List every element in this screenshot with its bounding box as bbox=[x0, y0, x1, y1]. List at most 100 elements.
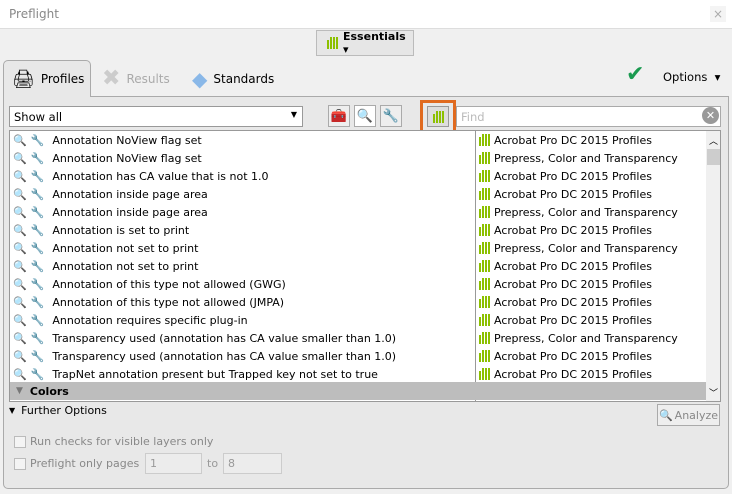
profile-name: Acrobat Pro DC 2015 Profiles bbox=[494, 187, 652, 201]
clear-search-icon[interactable]: ✕ bbox=[702, 107, 719, 124]
analyze-label: Analyze bbox=[674, 408, 719, 422]
profile-name: Prepress, Color and Transparency bbox=[494, 205, 678, 219]
profile-bars-icon bbox=[479, 350, 490, 362]
essentials-button[interactable]: Essentials ▾ bbox=[316, 30, 414, 56]
check-cell: 🔍 🔧 Annotation is set to print bbox=[10, 224, 475, 237]
profile-cell: Acrobat Pro DC 2015 Profiles bbox=[475, 275, 706, 293]
filter-dropdown[interactable]: Show all ▼ bbox=[9, 106, 303, 127]
table-row[interactable]: 🔍 🔧 Annotation of this type not allowed (G… bbox=[10, 275, 706, 293]
magnifier-icon: 🔍 bbox=[356, 108, 374, 124]
table-row[interactable]: 🔍 🔧 Annotation requires specific plug-in Ac… bbox=[10, 311, 706, 329]
profile-cell: Acrobat Pro DC 2015 Profiles bbox=[475, 131, 706, 149]
profile-bars-icon bbox=[432, 110, 444, 123]
table-row[interactable]: 🔍 🔧 Annotation not set to print Prepress, C… bbox=[10, 239, 706, 257]
profile-bars-icon bbox=[479, 278, 490, 290]
fixups-button[interactable]: 🔧 bbox=[380, 105, 402, 127]
check-cell: 🔍 🔧 Annotation has CA value that is not 1.… bbox=[10, 170, 475, 183]
wrench-icon: 🔧 bbox=[30, 169, 45, 183]
check-name: Annotation not set to print bbox=[52, 259, 199, 273]
filter-value: Show all bbox=[14, 110, 63, 124]
profile-bars-icon bbox=[479, 188, 490, 200]
magnifier-icon: 🔍 bbox=[13, 259, 27, 273]
profile-cell: Prepress, Color and Transparency bbox=[475, 203, 706, 221]
options-menu[interactable]: Options ▾ bbox=[663, 70, 720, 84]
check-name: Annotation not set to print bbox=[52, 241, 199, 255]
check-name: Transparency used (annotation has CA val… bbox=[52, 349, 397, 363]
page-from-input[interactable]: 1 bbox=[145, 453, 202, 474]
checkmark-icon[interactable]: ✔ bbox=[626, 62, 644, 87]
check-cell: 🔍 🔧 TrapNet annotation present but Trapped… bbox=[10, 368, 475, 381]
table-row[interactable]: 🔍 🔧 Annotation NoView flag set Prepress, Co… bbox=[10, 149, 706, 167]
profile-bars-icon bbox=[479, 332, 490, 344]
check-cell: 🔍 🔧 Annotation of this type not allowed (J… bbox=[10, 296, 475, 309]
profile-bars-icon bbox=[479, 170, 490, 182]
table-row[interactable]: 🔍 🔧 Annotation of this type not allowed (J… bbox=[10, 293, 706, 311]
checks-list[interactable]: 🔍 🔧 Annotation NoView flag set Acrobat Pro … bbox=[9, 130, 721, 402]
profile-bars-icon bbox=[479, 152, 490, 164]
tab-label: Profiles bbox=[40, 72, 85, 86]
to-label: to bbox=[207, 457, 219, 470]
magnifier-icon: 🔍 bbox=[13, 187, 27, 201]
profile-bars-icon bbox=[479, 206, 490, 218]
check-name: Annotation inside page area bbox=[52, 187, 208, 201]
table-row[interactable]: 🔍 🔧 TrapNet annotation present but Trapped… bbox=[10, 365, 706, 383]
find-input[interactable]: Find bbox=[456, 106, 721, 127]
close-button[interactable]: × bbox=[710, 6, 726, 22]
table-row[interactable]: 🔍 🔧 Annotation NoView flag set Acrobat Pro … bbox=[10, 131, 706, 149]
visible-layers-checkbox[interactable]: Run checks for visible layers only bbox=[14, 435, 213, 448]
magnifier-icon: 🔍 bbox=[13, 331, 27, 345]
check-cell: 🔍 🔧 Annotation inside page area bbox=[10, 206, 475, 219]
check-name: Annotation NoView flag set bbox=[52, 133, 202, 147]
fixup-toolbox-button[interactable]: 🧰 bbox=[328, 105, 350, 127]
wrench-icon: 🔧 bbox=[30, 349, 45, 363]
profile-name: Acrobat Pro DC 2015 Profiles bbox=[494, 259, 652, 273]
checks-button[interactable]: 🔍 bbox=[354, 105, 376, 127]
analyze-button[interactable]: 🔍 Analyze bbox=[657, 404, 720, 426]
printer-magnifier-icon: 🖨 bbox=[12, 68, 35, 90]
profile-bars-icon bbox=[479, 134, 490, 146]
scrollbar[interactable]: ︿ ﹀ bbox=[706, 131, 720, 401]
table-row[interactable]: 🔍 🔧 Transparency used (annotation has CA v… bbox=[10, 329, 706, 347]
tab-standards[interactable]: ◆ Standards bbox=[192, 60, 274, 97]
profile-name: Acrobat Pro DC 2015 Profiles bbox=[494, 313, 652, 327]
table-row[interactable]: 🔍 🔧 Annotation not set to print Acrobat Pro… bbox=[10, 257, 706, 275]
check-cell: 🔍 🔧 Annotation NoView flag set bbox=[10, 134, 475, 147]
check-name: Annotation has CA value that is not 1.0 bbox=[52, 169, 269, 183]
magnifier-icon: 🔍 bbox=[658, 408, 673, 422]
check-cell: 🔍 🔧 Annotation not set to print bbox=[10, 260, 475, 273]
scrollbar-thumb[interactable] bbox=[707, 149, 720, 165]
table-row[interactable]: 🔍 🔧 Annotation has CA value that is not 1.… bbox=[10, 167, 706, 185]
profile-name: Acrobat Pro DC 2015 Profiles bbox=[494, 223, 652, 237]
preflight-pages-checkbox[interactable]: Preflight only pages bbox=[14, 457, 139, 470]
chevron-down-icon[interactable]: ﹀ bbox=[706, 386, 720, 399]
tab-label: Standards bbox=[213, 71, 275, 86]
tab-label: Results bbox=[126, 71, 170, 86]
check-cell: 🔍 🔧 Annotation NoView flag set bbox=[10, 152, 475, 165]
profile-name: Prepress, Color and Transparency bbox=[494, 331, 678, 345]
checkbox-label: Preflight only pages bbox=[30, 457, 140, 470]
profile-cell: Prepress, Color and Transparency bbox=[475, 329, 706, 347]
profiles-filter-button[interactable] bbox=[427, 106, 449, 127]
essentials-label: Essentials ▾ bbox=[343, 30, 406, 56]
magnifier-icon: 🔍 bbox=[13, 277, 27, 291]
table-row[interactable]: 🔍 🔧 Annotation inside page area Acrobat Pro… bbox=[10, 185, 706, 203]
profile-name: Acrobat Pro DC 2015 Profiles bbox=[494, 367, 652, 381]
tab-results[interactable]: ✖ Results bbox=[102, 60, 170, 97]
further-options-toggle[interactable]: ▼ Further Options bbox=[9, 404, 107, 417]
table-row[interactable]: 🔍 🔧 Annotation is set to print Acrobat Pro … bbox=[10, 221, 706, 239]
wrench-icon: 🔧 bbox=[30, 259, 45, 273]
chevron-up-icon[interactable]: ︿ bbox=[706, 134, 720, 147]
table-row[interactable]: 🔍 🔧 Transparency used (annotation has CA v… bbox=[10, 347, 706, 365]
magnifier-icon: 🔍 bbox=[13, 223, 27, 237]
profile-cell: Acrobat Pro DC 2015 Profiles bbox=[475, 293, 706, 311]
profile-cell: Acrobat Pro DC 2015 Profiles bbox=[475, 311, 706, 329]
magnifier-icon: 🔍 bbox=[13, 367, 27, 381]
window-title: Preflight bbox=[9, 7, 59, 21]
further-label: Further Options bbox=[21, 404, 107, 417]
page-to-input[interactable]: 8 bbox=[223, 453, 282, 474]
group-row-colors[interactable]: ▼ Colors bbox=[10, 382, 706, 400]
tab-profiles[interactable]: 🖨 Profiles bbox=[3, 60, 91, 97]
table-row[interactable]: 🔍 🔧 Annotation inside page area Prepress, C… bbox=[10, 203, 706, 221]
chevron-down-icon: ▼ bbox=[290, 110, 297, 119]
toolbox-icon: 🧰 bbox=[330, 108, 348, 124]
